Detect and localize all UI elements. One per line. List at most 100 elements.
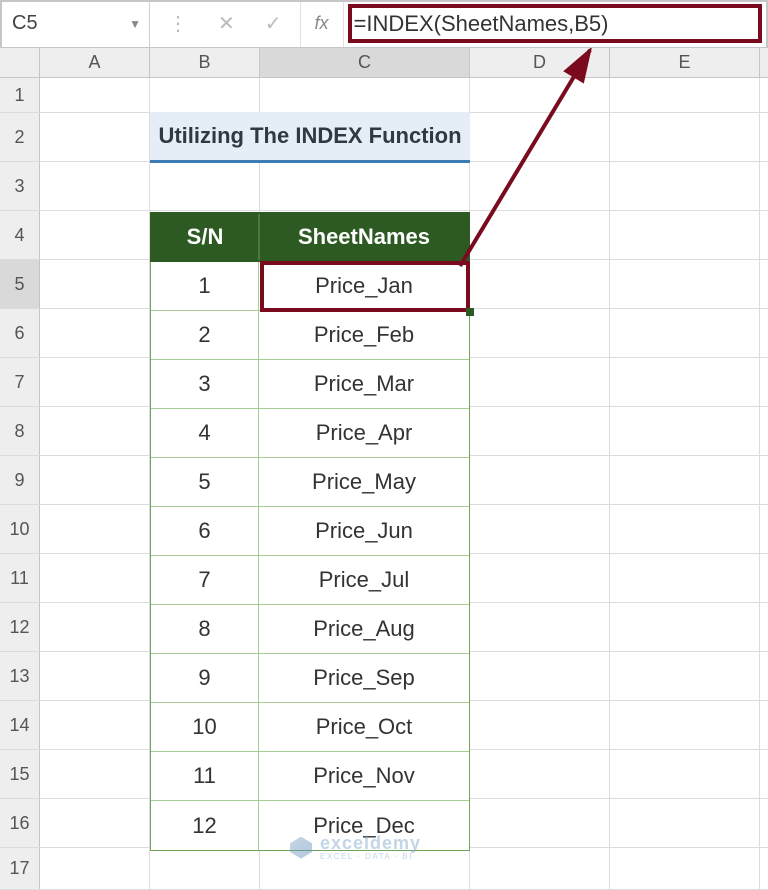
cell-sheetname[interactable]: Price_Apr (259, 409, 469, 457)
cell-sn[interactable]: 6 (151, 507, 259, 555)
cell[interactable] (470, 456, 610, 504)
cell[interactable] (610, 799, 760, 847)
cell[interactable] (470, 652, 610, 700)
cell[interactable] (610, 456, 760, 504)
cell-sheetname[interactable]: Price_Mar (259, 360, 469, 408)
fill-handle[interactable] (466, 308, 474, 316)
cell[interactable] (40, 652, 150, 700)
cell[interactable] (470, 701, 610, 749)
row-header-4[interactable]: 4 (0, 211, 40, 259)
row-header-5[interactable]: 5 (0, 260, 40, 308)
cell-sheetname[interactable]: Price_May (259, 458, 469, 506)
cell-sn[interactable]: 7 (151, 556, 259, 604)
cell[interactable] (260, 162, 470, 210)
cell[interactable] (470, 750, 610, 798)
cell[interactable] (470, 162, 610, 210)
cell[interactable] (40, 162, 150, 210)
cell-sn[interactable]: 2 (151, 311, 259, 359)
cell[interactable] (470, 505, 610, 553)
cell[interactable] (610, 652, 760, 700)
cell-sheetname[interactable]: Price_Aug (259, 605, 469, 653)
cell[interactable] (470, 603, 610, 651)
cancel-icon[interactable]: ✕ (218, 14, 235, 34)
cell[interactable] (260, 78, 470, 112)
cell-sn[interactable]: 11 (151, 752, 259, 800)
cell[interactable] (40, 848, 150, 889)
cell[interactable] (40, 750, 150, 798)
row-header-14[interactable]: 14 (0, 701, 40, 749)
cell-sheetname[interactable]: Price_Jun (259, 507, 469, 555)
ellipsis-icon[interactable]: ⋮ (168, 14, 188, 34)
cell[interactable] (470, 848, 610, 889)
row-header-16[interactable]: 16 (0, 799, 40, 847)
cell[interactable] (40, 113, 150, 161)
row-header-11[interactable]: 11 (0, 554, 40, 602)
cell[interactable] (40, 358, 150, 406)
cell-sheetname[interactable]: Price_Jan (259, 262, 469, 310)
row-header-13[interactable]: 13 (0, 652, 40, 700)
cell[interactable] (40, 407, 150, 455)
cell-sn[interactable]: 3 (151, 360, 259, 408)
cell[interactable] (610, 701, 760, 749)
cell[interactable] (610, 78, 760, 112)
row-header-10[interactable]: 10 (0, 505, 40, 553)
cell[interactable] (610, 554, 760, 602)
cell-sn[interactable]: 10 (151, 703, 259, 751)
col-header-D[interactable]: D (470, 48, 610, 77)
row-header-3[interactable]: 3 (0, 162, 40, 210)
cell-sheetname[interactable]: Price_Sep (259, 654, 469, 702)
cell[interactable] (610, 407, 760, 455)
cell[interactable] (610, 113, 760, 161)
row-header-15[interactable]: 15 (0, 750, 40, 798)
cell[interactable] (40, 603, 150, 651)
cell[interactable] (470, 309, 610, 357)
cell[interactable] (40, 505, 150, 553)
cell[interactable] (40, 799, 150, 847)
row-header-9[interactable]: 9 (0, 456, 40, 504)
row-header-12[interactable]: 12 (0, 603, 40, 651)
cell[interactable] (610, 211, 760, 259)
cell[interactable] (40, 211, 150, 259)
cell[interactable] (150, 78, 260, 112)
row-header-17[interactable]: 17 (0, 848, 40, 889)
cell[interactable] (610, 260, 760, 308)
cell[interactable] (470, 799, 610, 847)
col-header-B[interactable]: B (150, 48, 260, 77)
cell[interactable] (40, 554, 150, 602)
cell[interactable] (470, 211, 610, 259)
col-header-A[interactable]: A (40, 48, 150, 77)
col-header-C[interactable]: C (260, 48, 470, 77)
cell[interactable] (610, 750, 760, 798)
formula-input[interactable]: =INDEX(SheetNames,B5) (344, 0, 768, 47)
cell[interactable] (40, 260, 150, 308)
accept-icon[interactable]: ✓ (265, 14, 282, 34)
name-box[interactable]: C5 ▼ (0, 0, 150, 47)
cell[interactable] (40, 701, 150, 749)
cell-sn[interactable]: 12 (151, 801, 259, 850)
cell-sheetname[interactable]: Price_Oct (259, 703, 469, 751)
cell[interactable] (610, 848, 760, 889)
row-header-1[interactable]: 1 (0, 78, 40, 112)
row-header-6[interactable]: 6 (0, 309, 40, 357)
cell[interactable] (470, 358, 610, 406)
cell[interactable] (610, 603, 760, 651)
cell[interactable] (610, 309, 760, 357)
cell-sn[interactable]: 8 (151, 605, 259, 653)
cell[interactable] (610, 162, 760, 210)
cell[interactable] (150, 848, 260, 889)
cell-sheetname[interactable]: Price_Nov (259, 752, 469, 800)
cell-sheetname[interactable]: Price_Jul (259, 556, 469, 604)
cell-sn[interactable]: 1 (151, 262, 259, 310)
cell-sn[interactable]: 5 (151, 458, 259, 506)
chevron-down-icon[interactable]: ▼ (129, 17, 141, 31)
select-all-corner[interactable] (0, 48, 40, 77)
cell[interactable] (470, 407, 610, 455)
cell[interactable] (40, 309, 150, 357)
cell-sheetname[interactable]: Price_Feb (259, 311, 469, 359)
cell[interactable] (40, 456, 150, 504)
cell[interactable] (470, 260, 610, 308)
col-header-E[interactable]: E (610, 48, 760, 77)
cell[interactable] (610, 358, 760, 406)
cell-sn[interactable]: 9 (151, 654, 259, 702)
fx-label[interactable]: fx (301, 0, 344, 47)
